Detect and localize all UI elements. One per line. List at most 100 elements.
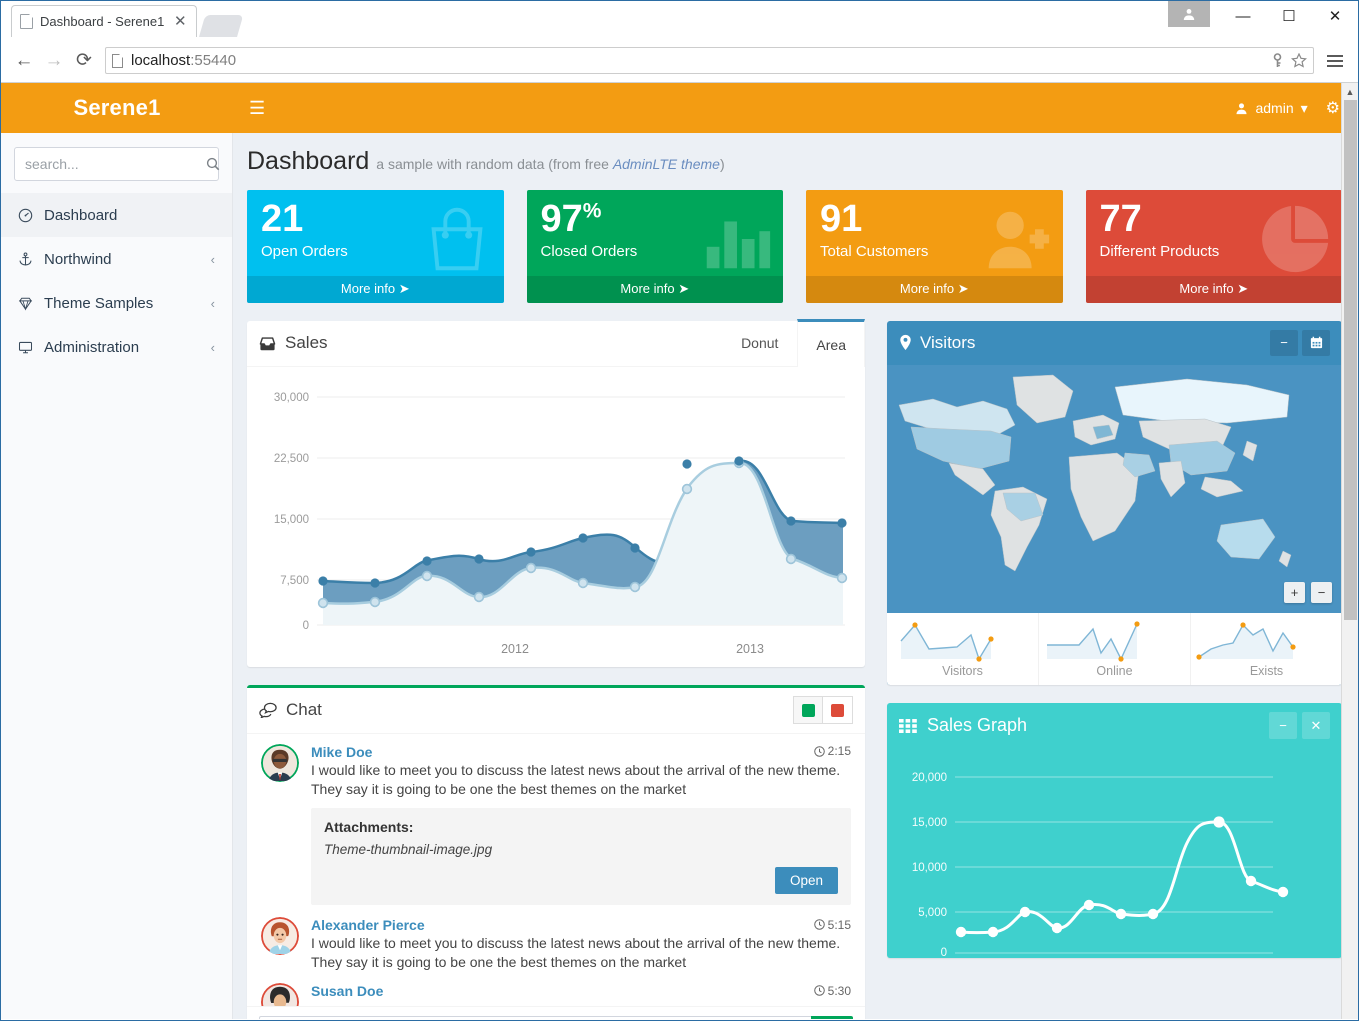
sidebar-caret: ‹ <box>211 296 215 311</box>
person-icon <box>1182 7 1196 21</box>
app-header: Serene1 ☰ admin ▾ ⚙ <box>1 83 1358 133</box>
app-brand[interactable]: Serene1 <box>1 83 233 133</box>
svg-text:20,000: 20,000 <box>912 772 947 784</box>
svg-text:30,000: 30,000 <box>274 392 309 404</box>
chat-panel-title: Chat <box>259 700 322 720</box>
user-menu[interactable]: admin ▾ <box>1235 100 1307 117</box>
bookmark-star-icon[interactable] <box>1291 53 1307 68</box>
sparkline-online-svg <box>1039 619 1151 665</box>
forward-icon[interactable]: → <box>39 50 69 72</box>
chat-message-author[interactable]: Alexander Pierce <box>311 917 425 933</box>
sidebar-item-administration[interactable]: Administration ‹ <box>1 325 232 369</box>
chat-message: Susan Doe 5:30 <box>261 983 851 1006</box>
chat-message-time: 2:15 <box>814 744 851 758</box>
chat-message-body: Susan Doe 5:30 <box>311 983 851 1006</box>
key-icon[interactable] <box>1271 53 1284 68</box>
more-info-link[interactable]: More info ➤ <box>806 276 1063 303</box>
search-input[interactable] <box>25 156 206 172</box>
profile-button[interactable] <box>1168 1 1210 27</box>
scroll-up-icon[interactable]: ▲ <box>1342 83 1358 100</box>
sales-graph-panel: Sales Graph − ✕ <box>887 703 1342 958</box>
tab-area[interactable]: Area <box>797 319 865 367</box>
desktop-icon <box>18 340 44 355</box>
stat-box-open-orders: 21 Open Orders More info ➤ <box>247 190 504 303</box>
new-tab-button[interactable] <box>199 15 243 37</box>
shopping-bag-icon <box>418 200 496 278</box>
search-icon[interactable] <box>206 157 220 171</box>
clock-icon <box>814 919 825 930</box>
settings-gear-icon[interactable]: ⚙ <box>1326 98 1340 118</box>
chat-status-busy-button[interactable] <box>823 696 853 724</box>
sparkline-label: Visitors <box>887 664 1038 678</box>
sidebar-item-dashboard[interactable]: Dashboard <box>1 193 232 237</box>
back-icon[interactable]: ← <box>9 50 39 72</box>
avatar[interactable] <box>261 744 299 782</box>
more-info-label: More info <box>341 281 395 296</box>
main-content: Dashboard a sample with random data (fro… <box>233 133 1358 1019</box>
chat-message-author[interactable]: Mike Doe <box>311 744 372 760</box>
browser-tab[interactable]: Dashboard - Serene1 ✕ <box>11 5 197 37</box>
more-info-link[interactable]: More info ➤ <box>527 276 784 303</box>
chat-message-author[interactable]: Susan Doe <box>311 983 383 999</box>
svg-text:0: 0 <box>941 947 947 958</box>
scrollbar-thumb[interactable] <box>1344 100 1357 620</box>
visitors-panel-tools: − <box>1270 330 1330 356</box>
address-bar[interactable]: localhost:55440 <box>105 47 1314 74</box>
page-scrollbar[interactable]: ▲ <box>1341 83 1358 1019</box>
minimize-visitors-button[interactable]: − <box>1270 330 1298 356</box>
chat-status-online-button[interactable] <box>793 696 823 724</box>
sidebar-toggle-icon[interactable]: ☰ <box>233 98 281 119</box>
reload-icon[interactable]: ⟳ <box>69 49 99 72</box>
chat-message-meta: Mike Doe 2:15 <box>311 744 851 760</box>
sidebar-item-northwind[interactable]: Northwind ‹ <box>1 237 232 281</box>
svg-text:10,000: 10,000 <box>912 862 947 874</box>
chat-panel-header: Chat <box>247 688 865 734</box>
sales-title-text: Sales <box>285 333 328 353</box>
dashboard-columns: Sales Donut Area <box>247 321 1342 1019</box>
send-message-button[interactable]: ✚ <box>811 1016 853 1019</box>
open-attachment-button[interactable]: Open <box>775 867 838 894</box>
page-info-icon <box>112 54 123 68</box>
sales-tabs: Donut Area <box>722 320 865 366</box>
sidebar-item-theme-samples[interactable]: Theme Samples ‹ <box>1 281 232 325</box>
more-info-link[interactable]: More info ➤ <box>1086 276 1343 303</box>
minimize-sales-graph-button[interactable]: − <box>1269 712 1297 739</box>
attachment-filename: Theme-thumbnail-image.jpg <box>324 842 838 857</box>
sparkline-exists-svg <box>1191 619 1303 665</box>
close-button[interactable]: ✕ <box>1312 1 1358 31</box>
chat-message-text: I would like to meet you to discuss the … <box>311 761 851 798</box>
avatar[interactable] <box>261 917 299 955</box>
busy-status-swatch <box>831 704 844 717</box>
map-zoom-in-button[interactable]: + <box>1284 582 1305 603</box>
sidebar-search-wrap <box>1 133 232 193</box>
tab-close-icon[interactable]: ✕ <box>172 14 188 30</box>
world-map[interactable]: + − <box>887 365 1342 613</box>
clock-icon <box>814 985 825 996</box>
user-name: admin <box>1255 100 1293 116</box>
sales-graph-chart: 20,000 15,000 10,000 5,000 0 <box>887 749 1342 958</box>
search-box[interactable] <box>14 147 219 181</box>
svg-text:22,500: 22,500 <box>274 453 309 465</box>
adminlte-link[interactable]: AdminLTE theme <box>613 156 720 172</box>
minimize-button[interactable]: — <box>1220 1 1266 31</box>
sparkline-online: Online <box>1038 613 1190 685</box>
stat-number: 77 <box>1100 198 1142 240</box>
page-title: Dashboard a sample with random data (fro… <box>247 147 1342 176</box>
close-sales-graph-button[interactable]: ✕ <box>1302 712 1330 739</box>
calendar-icon-button[interactable] <box>1302 330 1330 356</box>
sparkline-visitors-svg <box>887 619 999 665</box>
chat-message-time: 5:30 <box>814 984 851 998</box>
tab-donut[interactable]: Donut <box>722 319 797 366</box>
svg-text:0: 0 <box>303 620 309 632</box>
chat-message-input[interactable] <box>259 1016 811 1019</box>
browser-menu-icon[interactable] <box>1320 55 1350 67</box>
sales-graph-tools: − ✕ <box>1269 712 1330 739</box>
right-column: Visitors − <box>887 321 1342 1019</box>
more-info-link[interactable]: More info ➤ <box>247 276 504 303</box>
avatar[interactable] <box>261 983 299 1006</box>
map-zoom-out-button[interactable]: − <box>1311 582 1332 603</box>
sparkline-label: Online <box>1039 664 1190 678</box>
user-icon <box>1235 102 1248 115</box>
maximize-button[interactable]: ☐ <box>1266 1 1312 31</box>
stat-box-closed-orders: 97% Closed Orders More info ➤ <box>527 190 784 303</box>
